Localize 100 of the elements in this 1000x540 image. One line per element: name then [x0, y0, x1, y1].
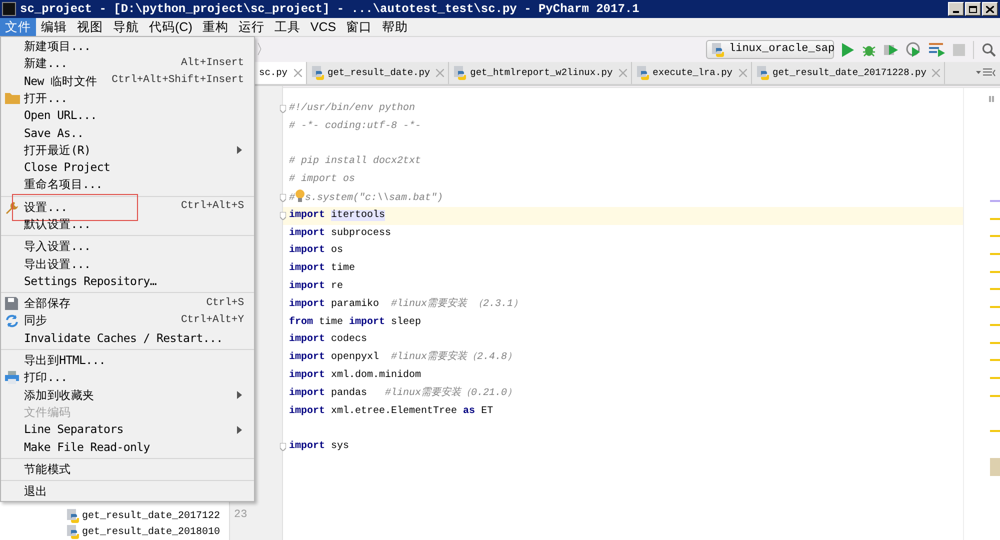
run-configuration-dropdown[interactable]: linux_oracle_sap: [706, 40, 834, 59]
folder-icon: [5, 92, 20, 104]
shortcut-label: Ctrl+Alt+S: [180, 199, 244, 214]
fold-marker-icon[interactable]: [280, 194, 286, 202]
menu-item[interactable]: 导航: [108, 18, 144, 36]
fold-marker-icon[interactable]: [280, 212, 286, 220]
highlighted-word: itertools: [331, 210, 386, 221]
menu-entry[interactable]: Save As..: [1, 124, 254, 142]
python-file-icon: [310, 66, 325, 80]
menu-entry[interactable]: 全部保存 Ctrl+S: [1, 295, 254, 312]
submenu-arrow-icon: [237, 146, 242, 154]
menu-entry[interactable]: 导出设置...: [1, 256, 254, 273]
run-list-icon[interactable]: [929, 42, 945, 56]
menu-entry[interactable]: Line Separators: [1, 421, 254, 439]
close-button[interactable]: [982, 2, 998, 16]
close-icon[interactable]: [294, 69, 302, 77]
editor-tab[interactable]: get_result_date_20171228.py: [752, 62, 946, 84]
tab-list-icon[interactable]: [976, 68, 998, 78]
fold-marker-icon[interactable]: [280, 443, 286, 452]
fold-marker-icon[interactable]: [280, 105, 286, 113]
code-line: import paramiko #linux需要安装 （2.3.1）: [288, 296, 524, 312]
submenu-arrow-icon: [237, 391, 242, 400]
maximize-button[interactable]: [965, 2, 981, 16]
code-line: # import os: [288, 172, 356, 188]
menu-item[interactable]: 代码(C): [144, 18, 198, 36]
python-file-icon: [453, 66, 468, 80]
run-icon[interactable]: [842, 42, 854, 56]
editor-tab[interactable]: execute_lra.py: [632, 62, 752, 84]
menu-entry[interactable]: 同步 Ctrl+Alt+Y: [1, 312, 254, 330]
menu-entry[interactable]: Settings Repository…: [1, 272, 254, 290]
menu-entry[interactable]: 重命名项目...: [1, 176, 254, 194]
editor-tab[interactable]: get_result_date.py: [306, 62, 450, 84]
tree-item[interactable]: get_result_date_2017122: [66, 508, 229, 524]
code-line: import codecs: [288, 332, 368, 348]
app-logo-icon: [2, 2, 16, 16]
close-icon[interactable]: [738, 69, 746, 77]
code-line: import time: [288, 262, 356, 276]
menu-entry[interactable]: 导入设置...: [1, 238, 254, 256]
tree-item[interactable]: get_result_date_2018010: [66, 524, 229, 540]
menu-entry[interactable]: 导出到HTML...: [1, 352, 254, 370]
python-file-icon: [756, 66, 770, 80]
code-comment: s.system("c:\\sam.bat"): [305, 192, 444, 204]
menu-entry[interactable]: 退出: [1, 483, 254, 500]
code-line: import xml.etree.ElementTree as ET: [288, 404, 494, 419]
close-icon[interactable]: [436, 69, 444, 77]
sync-icon: [5, 314, 19, 328]
python-file-icon: [636, 66, 650, 80]
editor-tab[interactable]: sc.py: [255, 62, 307, 84]
code-line: import xml.dom.minidom: [288, 368, 422, 383]
submenu-arrow-icon: [237, 426, 242, 434]
menu-entry[interactable]: Make File Read-only: [1, 438, 254, 456]
menu-entry[interactable]: Invalidate Caches / Restart...: [1, 330, 254, 348]
menu-entry[interactable]: 新建... Alt+Insert: [1, 55, 254, 73]
menu-item[interactable]: 编辑: [36, 18, 72, 36]
code-line: # pip install docx2txt: [288, 154, 422, 170]
menu-entry[interactable]: 添加到收藏夹: [1, 386, 254, 404]
code-line: import pandas #linux需要安装（0.21.0）: [288, 386, 518, 401]
menu-item[interactable]: 重构: [197, 18, 234, 36]
close-icon[interactable]: [618, 69, 627, 77]
close-icon[interactable]: [932, 69, 940, 77]
shortcut-label: Ctrl+S: [206, 296, 244, 311]
shortcut-label: Alt+Insert: [180, 56, 244, 72]
menu-entry[interactable]: Open URL...: [1, 107, 254, 124]
code-line: import subprocess: [288, 226, 392, 241]
menu-item[interactable]: VCS: [305, 18, 342, 36]
code-line: import sys: [288, 440, 350, 454]
menu-item[interactable]: 视图: [72, 18, 108, 36]
line-number: 23: [234, 508, 248, 522]
profiler-icon[interactable]: [906, 42, 921, 57]
menu-entry[interactable]: 节能模式: [1, 460, 254, 478]
wrench-icon: [5, 200, 19, 215]
menu-entry[interactable]: Close Project: [1, 159, 254, 176]
search-icon[interactable]: [982, 42, 996, 56]
menu-entry[interactable]: 新建项目...: [1, 38, 254, 56]
code-line: import re: [288, 280, 344, 294]
menu-entry[interactable]: 设置... Ctrl+Alt+S: [1, 198, 254, 216]
menu-item[interactable]: 文件: [0, 18, 36, 36]
menu-item[interactable]: 窗口: [341, 18, 378, 36]
code-line: #!/usr/bin/env python: [288, 102, 416, 116]
menu-entry[interactable]: 打印...: [1, 369, 254, 387]
stop-icon[interactable]: [953, 44, 965, 56]
menu-item[interactable]: 工具: [269, 18, 306, 36]
minimize-button[interactable]: [948, 2, 964, 16]
menu-entry[interactable]: 打开...: [1, 90, 254, 108]
lightbulb-icon[interactable]: [295, 188, 306, 202]
inspection-status-icon: [989, 96, 994, 102]
code-text: import: [289, 210, 326, 221]
menu-item[interactable]: 帮助: [377, 18, 414, 36]
close-icon: [986, 6, 994, 12]
menu-entry[interactable]: 默认设置...: [1, 216, 254, 234]
menu-entry[interactable]: New 临时文件 Ctrl+Alt+Shift+Insert: [1, 72, 254, 90]
code-line: import os: [288, 244, 344, 258]
python-file-icon: [66, 525, 80, 539]
breadcrumb-separator: 〉: [256, 40, 270, 59]
window-title: sc_project - [D:\python_project\sc_project] - ...\autotest_test\sc.py - PyCharm 2017.1: [20, 1, 640, 18]
coverage-icon[interactable]: [884, 42, 898, 56]
shortcut-label: Ctrl+Alt+Shift+Insert: [112, 73, 244, 88]
menu-entry[interactable]: 打开最近(R): [1, 142, 254, 160]
menu-item[interactable]: 运行: [233, 18, 270, 36]
code-comment: #: [289, 192, 296, 204]
